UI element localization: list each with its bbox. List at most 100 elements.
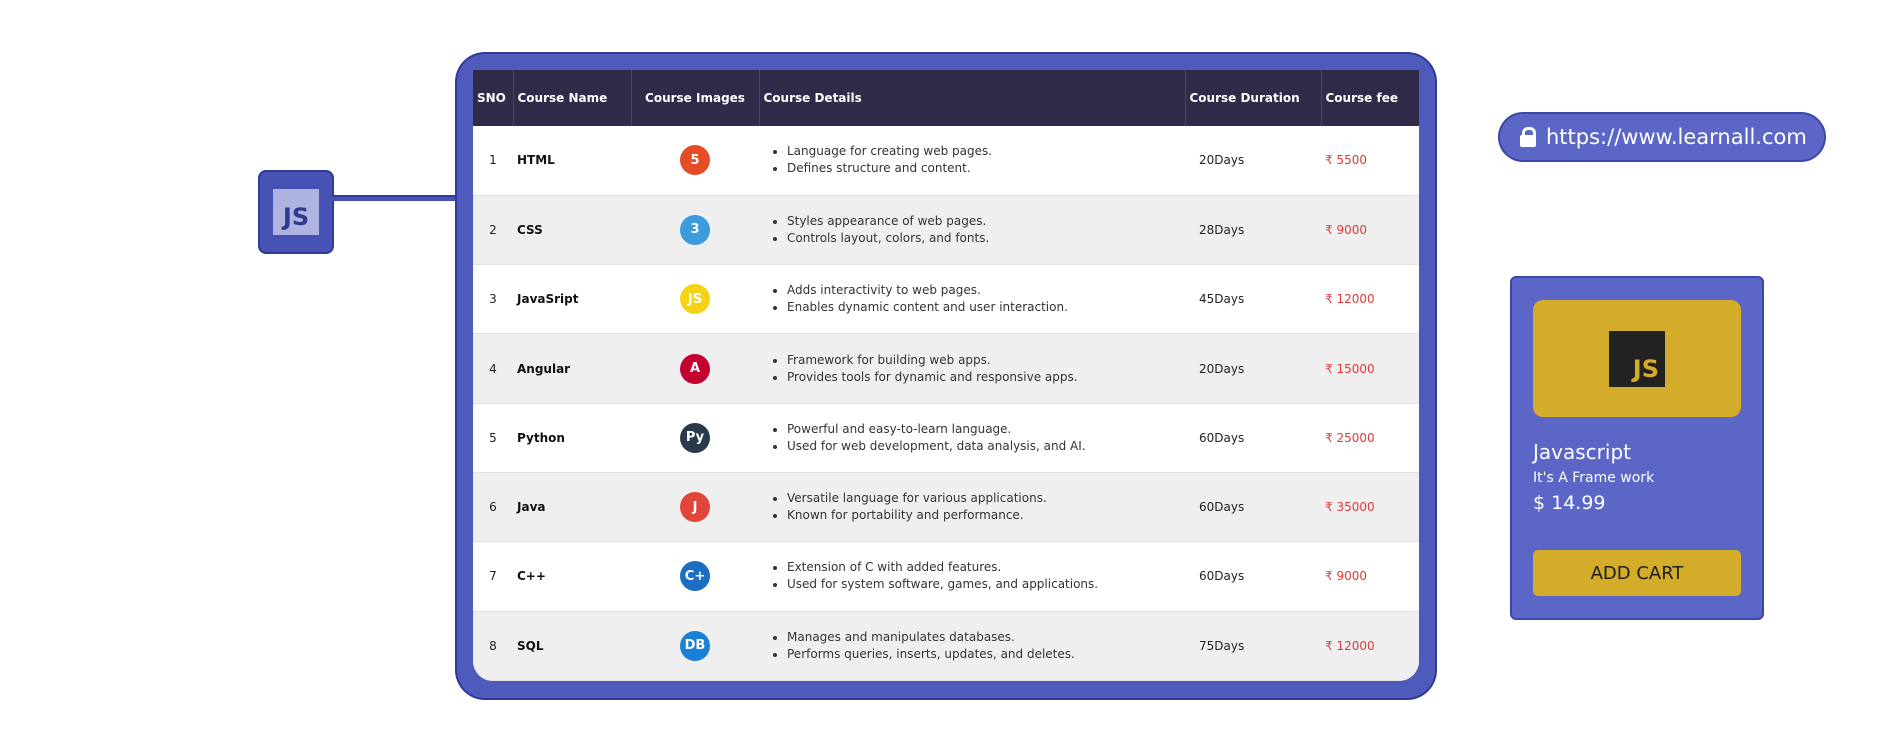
header-course-images: Course Images bbox=[631, 70, 760, 126]
header-course-fee: Course fee bbox=[1325, 91, 1398, 105]
product-thumbnail: JS bbox=[1533, 300, 1741, 417]
cell-fee: ₹ 25000 bbox=[1325, 430, 1375, 445]
cell-duration: 60Days bbox=[1199, 430, 1245, 445]
url-bar[interactable]: https://www.learnall.com bbox=[1500, 114, 1824, 160]
python-icon: Py bbox=[680, 422, 710, 453]
table-row: 8 SQL DB Manages and manipulates databases.… bbox=[473, 611, 1419, 681]
detail-item: Powerful and easy-to-learn language. bbox=[787, 421, 1181, 438]
cell-course-name: Angular bbox=[517, 361, 571, 376]
cell-duration: 60Days bbox=[1199, 500, 1245, 515]
table-row: 4 Angular A Framework for building web apps… bbox=[473, 333, 1419, 404]
detail-item: Framework for building web apps. bbox=[787, 352, 1181, 369]
cell-sno: 3 bbox=[489, 292, 497, 307]
js-logo-icon: JS bbox=[273, 189, 319, 235]
detail-item: Performs queries, inserts, updates, and … bbox=[787, 646, 1181, 663]
detail-item: Extension of C with added features. bbox=[787, 559, 1181, 576]
table-row: 2 CSS 3 Styles appearance of web pages.Cont… bbox=[473, 195, 1419, 265]
angular-icon: A bbox=[680, 353, 710, 384]
cell-sno: 1 bbox=[489, 153, 497, 168]
cell-course-image: J bbox=[631, 472, 759, 541]
cell-course-details: Manages and manipulates databases.Perfor… bbox=[759, 611, 1185, 680]
cell-course-name: CSS bbox=[517, 222, 543, 237]
header-course-details: Course Details bbox=[759, 70, 1186, 126]
lock-icon bbox=[1520, 127, 1536, 147]
table-row: 1 HTML 5 Language for creating web pages.De… bbox=[473, 126, 1419, 196]
detail-item: Adds interactivity to web pages. bbox=[787, 282, 1181, 299]
cell-sno: 7 bbox=[489, 569, 497, 584]
cell-course-details: Powerful and easy-to-learn language.Used… bbox=[759, 403, 1185, 472]
table-row: 5 Python Py Powerful and easy-to-learn lang… bbox=[473, 403, 1419, 473]
connector-line bbox=[332, 197, 460, 201]
product-subtitle: It's A Frame work bbox=[1533, 470, 1655, 486]
cell-sno: 8 bbox=[489, 638, 497, 653]
cell-sno: 6 bbox=[489, 500, 497, 515]
detail-item: Styles appearance of web pages. bbox=[787, 213, 1181, 230]
database-icon: DB bbox=[680, 630, 710, 661]
cell-course-name: Python bbox=[517, 430, 565, 445]
detail-item: Enables dynamic content and user interac… bbox=[787, 299, 1181, 316]
cell-fee: ₹ 35000 bbox=[1325, 500, 1375, 515]
cell-course-name: JavaSript bbox=[517, 292, 579, 307]
url-text: https://www.learnall.com bbox=[1546, 125, 1807, 149]
product-card: JS Javascript It's A Frame work $ 14.99 … bbox=[1512, 278, 1762, 618]
css3-icon: 3 bbox=[680, 214, 710, 245]
cell-course-details: Language for creating web pages.Defines … bbox=[759, 126, 1185, 195]
courses-table: SNO Course Name Course Images Course Det… bbox=[473, 70, 1419, 681]
html5-icon: 5 bbox=[680, 145, 710, 176]
cell-course-image: A bbox=[631, 334, 759, 403]
product-title: Javascript bbox=[1533, 440, 1631, 464]
header-course-duration: Course Duration bbox=[1185, 70, 1322, 126]
product-logo-text: JS bbox=[1632, 354, 1659, 383]
cell-course-details: Styles appearance of web pages.Controls … bbox=[759, 195, 1185, 264]
cell-course-name: SQL bbox=[517, 638, 544, 653]
detail-item: Defines structure and content. bbox=[787, 160, 1181, 177]
cell-course-image: DB bbox=[631, 611, 759, 680]
javascript-logo-icon: JS bbox=[1609, 330, 1665, 387]
javascript-icon: JS bbox=[680, 284, 710, 315]
js-badge-label: JS bbox=[282, 203, 310, 231]
detail-item: Known for portability and performance. bbox=[787, 507, 1181, 524]
cell-fee: ₹ 12000 bbox=[1325, 638, 1375, 653]
cell-fee: ₹ 9000 bbox=[1325, 222, 1367, 237]
tablet-frame: SNO Course Name Course Images Course Det… bbox=[457, 54, 1435, 698]
cell-course-details: Extension of C with added features.Used … bbox=[759, 542, 1185, 611]
detail-item: Manages and manipulates databases. bbox=[787, 629, 1181, 646]
detail-item: Language for creating web pages. bbox=[787, 143, 1181, 160]
table-header-row: SNO Course Name Course Images Course Det… bbox=[473, 70, 1419, 126]
table-row: 3 JavaSript JS Adds interactivity to web pa… bbox=[473, 265, 1419, 334]
detail-item: Provides tools for dynamic and responsiv… bbox=[787, 369, 1181, 386]
cell-sno: 2 bbox=[489, 222, 497, 237]
cell-course-name: Java bbox=[517, 500, 546, 515]
cell-duration: 75Days bbox=[1199, 638, 1245, 653]
cell-duration: 28Days bbox=[1199, 222, 1245, 237]
cell-course-image: 3 bbox=[631, 195, 759, 264]
cell-sno: 4 bbox=[489, 361, 497, 376]
cell-course-name: HTML bbox=[517, 153, 555, 168]
cell-sno: 5 bbox=[489, 430, 497, 445]
cell-course-image: Py bbox=[631, 403, 759, 472]
product-price: $ 14.99 bbox=[1533, 492, 1606, 514]
js-badge: JS bbox=[260, 172, 332, 252]
cell-course-image: C+ bbox=[631, 542, 759, 611]
cell-duration: 20Days bbox=[1199, 361, 1245, 376]
detail-item: Controls layout, colors, and fonts. bbox=[787, 230, 1181, 247]
add-cart-button[interactable]: ADD CART bbox=[1533, 550, 1741, 596]
cell-duration: 20Days bbox=[1199, 153, 1245, 168]
cell-course-details: Adds interactivity to web pages.Enables … bbox=[759, 265, 1185, 334]
cell-fee: ₹ 9000 bbox=[1325, 569, 1367, 584]
cell-course-details: Framework for building web apps.Provides… bbox=[759, 334, 1185, 403]
detail-item: Versatile language for various applicati… bbox=[787, 490, 1181, 507]
table-row: 7 C++ C+ Extension of C with added features… bbox=[473, 542, 1419, 612]
java-icon: J bbox=[680, 492, 710, 523]
cell-fee: ₹ 12000 bbox=[1325, 292, 1375, 307]
cell-course-name: C++ bbox=[517, 569, 546, 584]
cell-fee: ₹ 15000 bbox=[1325, 361, 1375, 376]
cell-duration: 45Days bbox=[1199, 292, 1245, 307]
cell-duration: 60Days bbox=[1199, 569, 1245, 584]
cell-fee: ₹ 5500 bbox=[1325, 153, 1367, 168]
detail-item: Used for web development, data analysis,… bbox=[787, 438, 1181, 455]
cell-course-details: Versatile language for various applicati… bbox=[759, 472, 1185, 541]
header-course-name: Course Name bbox=[513, 70, 632, 126]
header-sno: SNO bbox=[473, 70, 514, 126]
detail-item: Used for system software, games, and app… bbox=[787, 576, 1181, 593]
